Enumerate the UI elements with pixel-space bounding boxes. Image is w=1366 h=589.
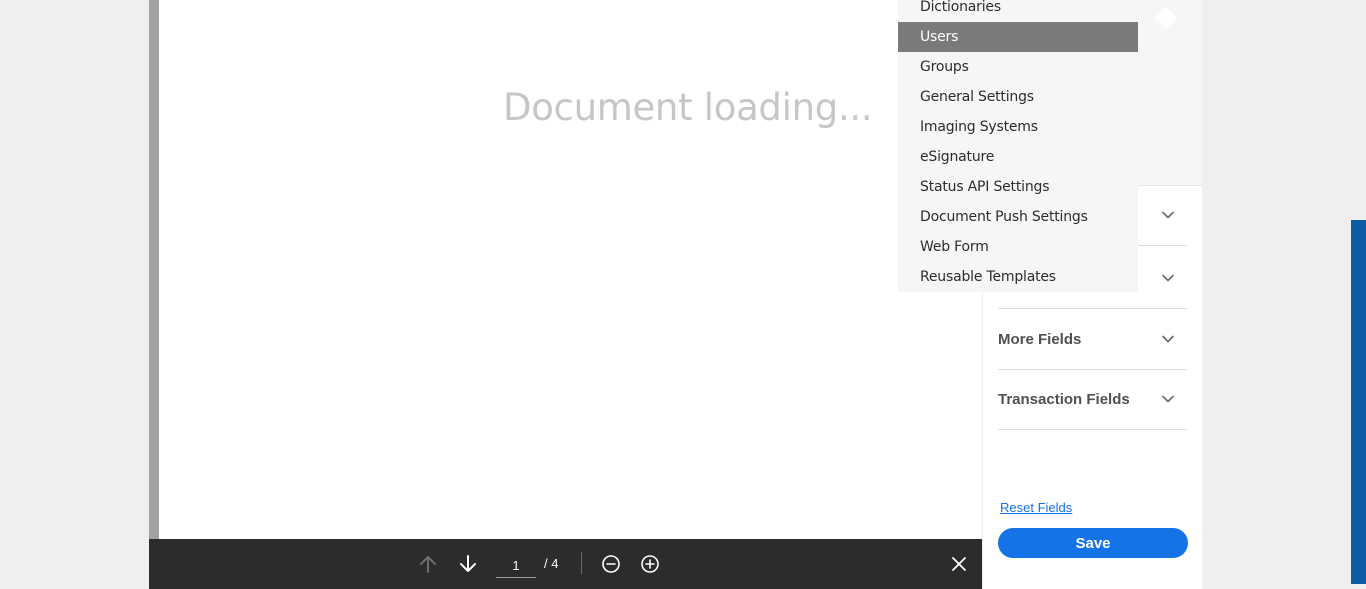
arrow-down-icon — [460, 555, 476, 572]
accordion-label: Transaction Fields — [998, 391, 1130, 408]
chevron-down-icon — [1162, 211, 1174, 219]
menu-item-imaging-systems[interactable]: Imaging Systems — [898, 112, 1138, 142]
accordion-transaction-fields[interactable]: Transaction Fields — [998, 370, 1187, 430]
accordion-label: More Fields — [998, 331, 1082, 348]
menu-item-groups[interactable]: Groups — [898, 52, 1138, 82]
chevron-down-icon — [1162, 335, 1174, 343]
document-viewer: Document loading... — [149, 0, 982, 539]
zoom-out-icon — [602, 555, 620, 573]
toolbar-divider — [581, 552, 582, 574]
menu-item-reusable-templates[interactable]: Reusable Templates — [898, 262, 1138, 292]
previous-page-button[interactable] — [415, 551, 441, 577]
page-number-input[interactable] — [496, 554, 536, 578]
viewer-toolbar: / 4 — [149, 539, 982, 589]
viewer-left-border — [149, 0, 159, 539]
zoom-out-button[interactable] — [598, 551, 624, 577]
zoom-in-button[interactable] — [637, 551, 663, 577]
zoom-in-icon — [641, 555, 659, 573]
chevron-down-icon — [1162, 395, 1174, 403]
close-icon — [952, 557, 966, 571]
page-total-label: / 4 — [544, 556, 559, 571]
reset-fields-link[interactable]: Reset Fields — [1000, 500, 1072, 515]
menu-item-web-form[interactable]: Web Form — [898, 232, 1138, 262]
menu-item-general-settings[interactable]: General Settings — [898, 82, 1138, 112]
menu-item-users[interactable]: Users — [898, 22, 1138, 52]
document-loading-text: Document loading... — [503, 86, 873, 129]
menu-item-esignature[interactable]: eSignature — [898, 142, 1138, 172]
close-viewer-button[interactable] — [946, 551, 972, 577]
chevron-down-icon — [1162, 274, 1174, 282]
side-scroll-strip — [1351, 220, 1366, 584]
save-button[interactable]: Save — [998, 528, 1188, 558]
menu-item-status-api-settings[interactable]: Status API Settings — [898, 172, 1138, 202]
menu-pointer-notch — [1154, 6, 1178, 30]
menu-item-document-push-settings[interactable]: Document Push Settings — [898, 202, 1138, 232]
arrow-up-icon — [420, 556, 436, 573]
settings-dropdown-menu: Dictionaries Users Groups General Settin… — [898, 0, 1138, 292]
menu-item-dictionaries[interactable]: Dictionaries — [898, 0, 1138, 22]
next-page-button[interactable] — [455, 551, 481, 577]
accordion-more-fields[interactable]: More Fields — [998, 310, 1187, 370]
